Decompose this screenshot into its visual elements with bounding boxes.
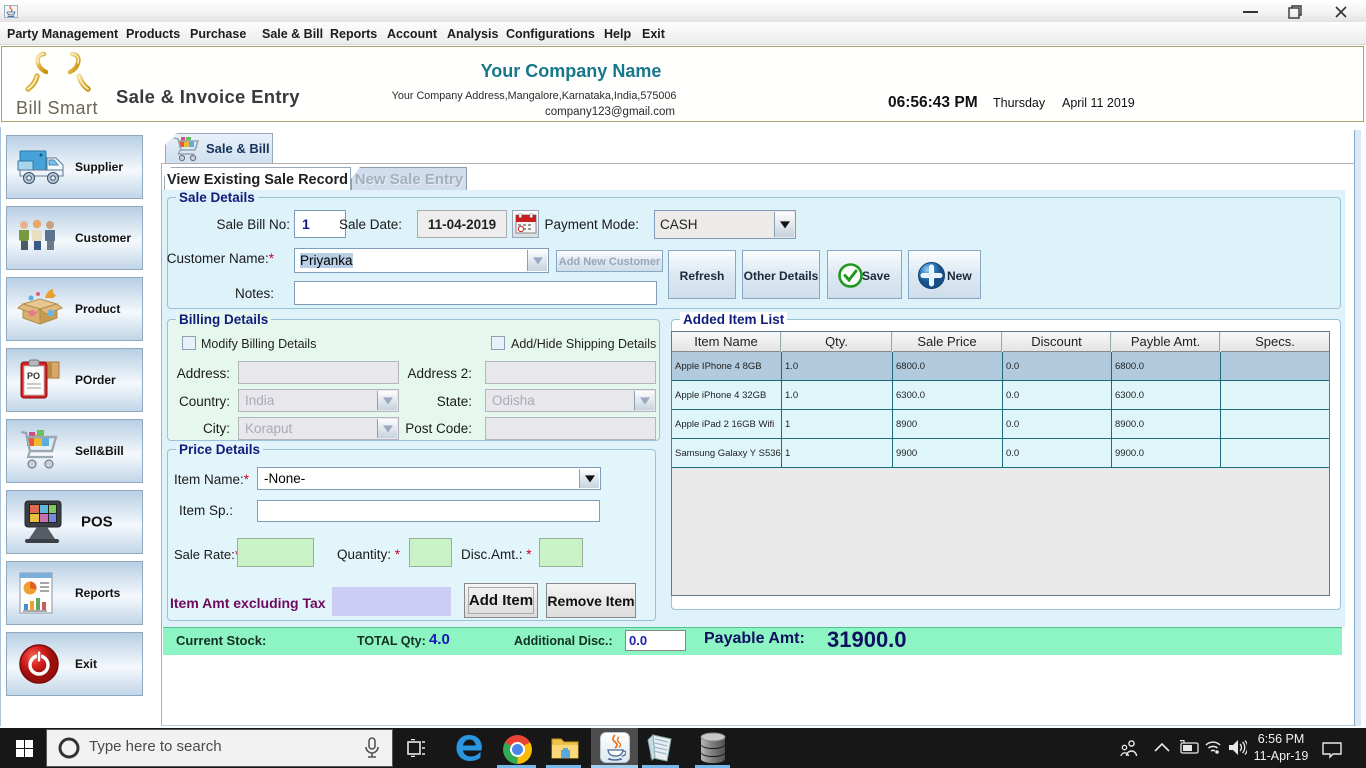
svg-text:PO: PO: [27, 371, 40, 381]
